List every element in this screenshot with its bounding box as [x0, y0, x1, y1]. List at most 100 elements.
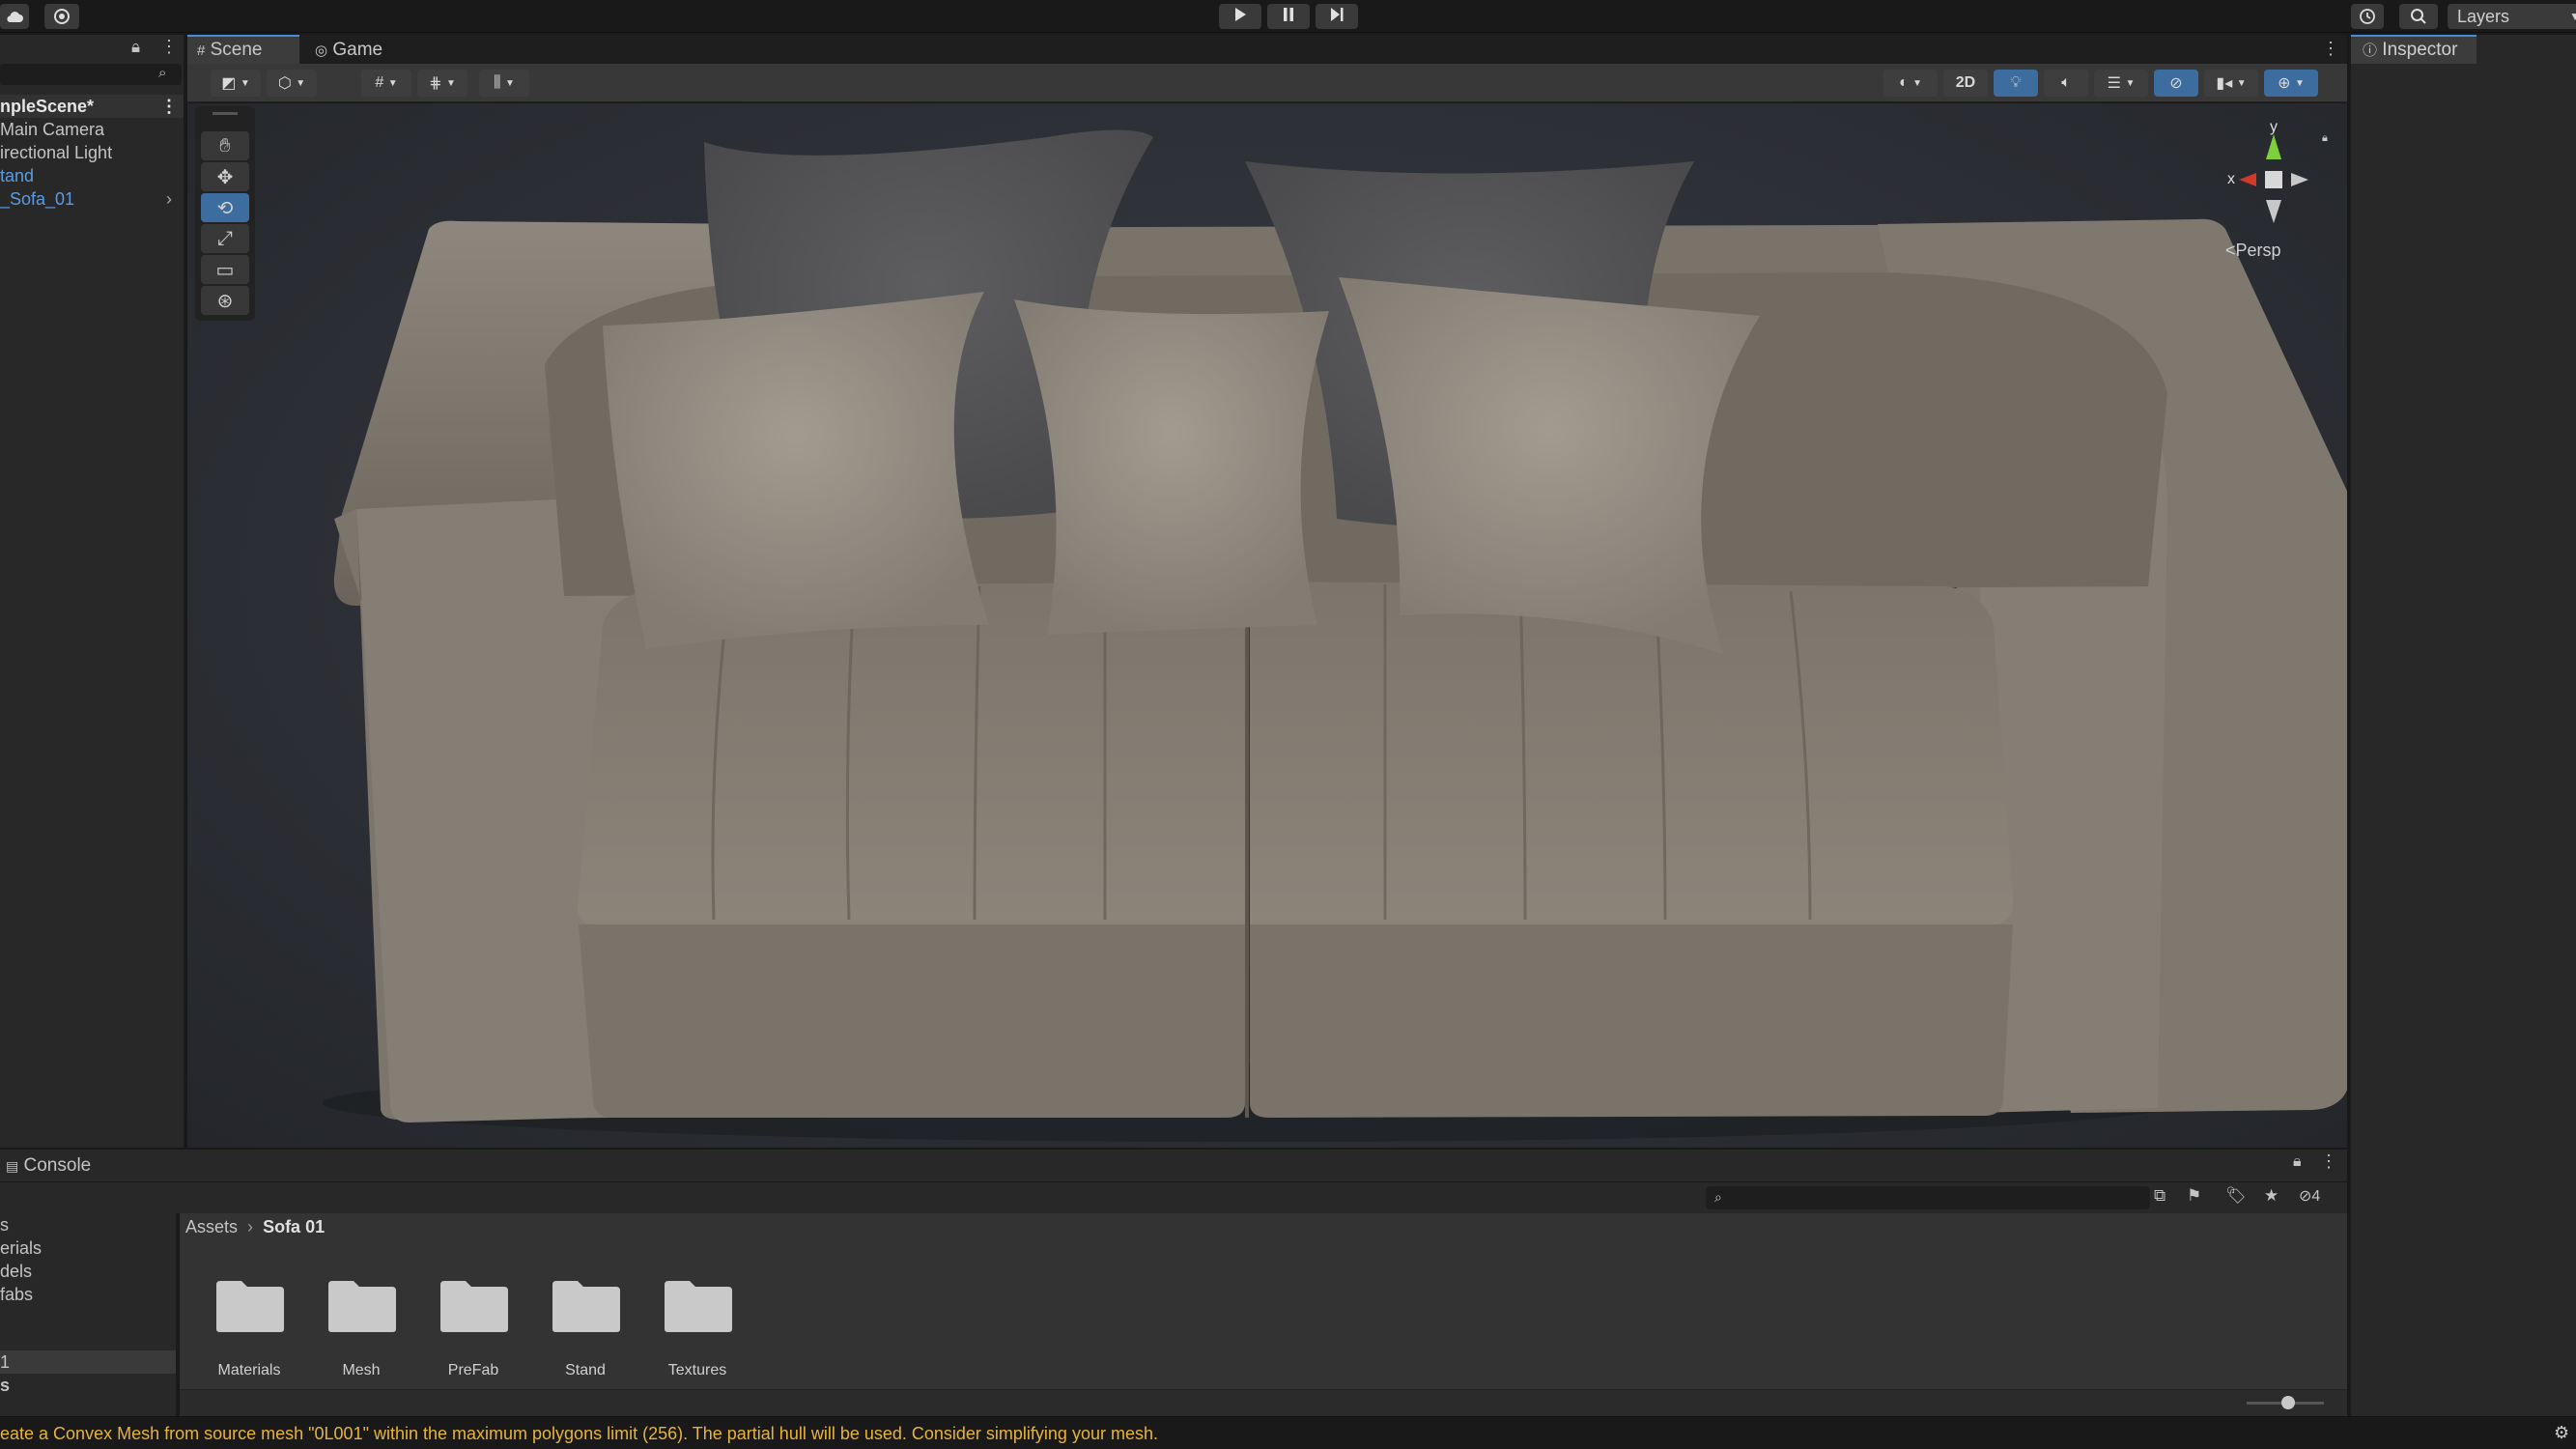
lock-icon[interactable]: 🔒︎: [131, 38, 140, 57]
transform-tool[interactable]: ⊛: [201, 286, 249, 315]
status-bar: eate a Convex Mesh from source mesh "0L0…: [0, 1416, 2576, 1449]
effects-dropdown[interactable]: ☰ ▼: [2094, 70, 2148, 97]
gizmo-icon: ⊕: [2278, 75, 2291, 92]
folder-tree-item[interactable]: s: [0, 1374, 184, 1397]
favorite-icon[interactable]: ★: [2264, 1186, 2279, 1206]
hidden-objects-toggle[interactable]: ⊘: [2154, 70, 2198, 97]
folder-label: Stand: [565, 1362, 606, 1378]
shading-mode-dropdown[interactable]: ◐ ▼: [1883, 70, 1938, 97]
persp-label: Persp: [2235, 241, 2281, 260]
snap-icon: ⋕: [429, 75, 442, 92]
audio-toggle[interactable]: 🔈︎: [2044, 70, 2088, 97]
chevron-right-icon[interactable]: ›: [166, 187, 172, 211]
projection-toggle[interactable]: <Persp: [2225, 241, 2281, 261]
hand-tool[interactable]: ✋︎: [201, 131, 249, 160]
lock-icon[interactable]: 🔒︎: [2322, 132, 2328, 145]
more-icon[interactable]: ⋮: [2322, 39, 2339, 59]
scene-camera-dropdown[interactable]: ⬡ ▼: [267, 70, 317, 97]
project-search-input[interactable]: ⌕: [1706, 1186, 2150, 1209]
folder-stand[interactable]: Stand: [537, 1271, 634, 1387]
gizmos-dropdown[interactable]: ⊕ ▼: [2264, 70, 2318, 97]
move-tool[interactable]: ✥: [201, 162, 249, 191]
hierarchy-search-input[interactable]: ⌕: [0, 64, 182, 85]
breadcrumb-item[interactable]: Sofa 01: [263, 1217, 325, 1236]
hierarchy-panel: 🔒︎ ⋮ ⌕ npleScene* ⋮ Main Camera irection…: [0, 35, 185, 1148]
folder-tree-item[interactable]: erials: [0, 1236, 184, 1260]
grid-snap-dropdown[interactable]: # ▼: [361, 70, 411, 97]
hierarchy-scene-row[interactable]: npleScene* ⋮: [0, 95, 184, 118]
hierarchy-item-label: irectional Light: [0, 143, 113, 162]
tab-scene[interactable]: # Scene: [187, 35, 299, 64]
hierarchy-item-label: tand: [0, 166, 35, 185]
hierarchy-item-sofa[interactable]: _Sofa_01 ›: [0, 187, 184, 211]
pause-icon: [1282, 7, 1295, 27]
rect-tool[interactable]: ▭: [201, 255, 249, 284]
cloud-icon[interactable]: [0, 4, 29, 29]
collab-icon[interactable]: [44, 4, 79, 29]
lighting-toggle[interactable]: 💡︎: [1994, 70, 2038, 97]
align-dropdown[interactable]: ⫼ ▼: [479, 70, 529, 97]
eye-off-icon: ⊘: [2169, 75, 2183, 92]
tab-game[interactable]: ◎ Game: [305, 35, 402, 64]
step-button[interactable]: [1316, 4, 1358, 29]
icon-size-slider-thumb[interactable]: [2281, 1396, 2295, 1409]
breadcrumb-item[interactable]: Assets: [185, 1217, 238, 1236]
hierarchy-item-directional-light[interactable]: irectional Light: [0, 141, 184, 164]
filter-type-icon[interactable]: ⚑: [2187, 1186, 2201, 1206]
folder-tree-item[interactable]: dels: [0, 1260, 184, 1283]
camera-settings-dropdown[interactable]: ▮◂ ▼: [2204, 70, 2258, 97]
status-message[interactable]: eate a Convex Mesh from source mesh "0L0…: [0, 1424, 1158, 1444]
main-toolbar: Layers ▼: [0, 0, 2576, 33]
layers-dropdown[interactable]: Layers ▼: [2448, 4, 2576, 29]
increment-snap-dropdown[interactable]: ⋕ ▼: [417, 70, 467, 97]
move-icon: ✥: [216, 166, 234, 188]
scene-viewport[interactable]: y x 🔒︎ <Persp: [187, 103, 2347, 1148]
folder-tree-item[interactable]: s: [0, 1213, 184, 1236]
search-mode-icon[interactable]: ⧉: [2154, 1186, 2166, 1206]
folder-tree-label: s: [0, 1376, 11, 1395]
folder-tree-item-selected[interactable]: 1: [0, 1350, 176, 1374]
debug-icon[interactable]: ⚙: [2554, 1423, 2569, 1443]
folder-mesh[interactable]: Mesh: [313, 1271, 410, 1387]
layers-label: Layers: [2457, 6, 2510, 26]
breadcrumb: Assets › Sofa 01: [185, 1217, 325, 1237]
drag-handle[interactable]: [212, 112, 238, 115]
folder-tree-item[interactable]: fabs: [0, 1283, 184, 1306]
lock-icon[interactable]: 🔒︎: [2293, 1153, 2302, 1171]
hierarchy-item-label: npleScene*: [0, 97, 95, 116]
history-icon[interactable]: [2351, 4, 2384, 29]
hidden-packages-toggle[interactable]: ⊘4: [2299, 1186, 2320, 1206]
chevron-down-icon: ▼: [445, 77, 456, 89]
chevron-down-icon: ▼: [296, 77, 306, 89]
chevron-down-icon: ▼: [2569, 10, 2576, 23]
play-icon: [1233, 7, 1247, 27]
toggle-2d-button[interactable]: 2D: [1943, 70, 1988, 97]
console-tab-bar: ▤ Console 🔒︎ ⋮: [0, 1150, 2347, 1182]
console-icon: ▤: [6, 1158, 19, 1174]
tab-inspector[interactable]: ⓘ Inspector: [2351, 35, 2477, 64]
rotate-tool[interactable]: ⟲: [201, 193, 249, 222]
lightbulb-icon: 💡︎: [2010, 74, 2022, 91]
folder-prefab[interactable]: PreFab: [425, 1271, 522, 1387]
pause-button[interactable]: [1267, 4, 1310, 29]
more-icon[interactable]: ⋮: [160, 95, 178, 118]
search-icon: ⌕: [1714, 1189, 1722, 1205]
align-icon: ⫼: [494, 74, 501, 91]
more-icon[interactable]: ⋮: [160, 37, 178, 57]
tab-label: Console: [23, 1155, 92, 1176]
play-button[interactable]: [1219, 4, 1261, 29]
hierarchy-item-main-camera[interactable]: Main Camera: [0, 118, 184, 141]
tab-console[interactable]: ▤ Console: [0, 1153, 91, 1179]
folder-textures[interactable]: Textures: [649, 1271, 746, 1387]
draw-mode-dropdown[interactable]: ◩ ▼: [211, 70, 261, 97]
folder-icon: [216, 1281, 284, 1332]
label-icon[interactable]: 🏷︎: [2225, 1186, 2247, 1206]
scale-tool[interactable]: ⤢: [201, 224, 249, 253]
hierarchy-item-stand[interactable]: tand: [0, 164, 184, 187]
more-icon[interactable]: ⋮: [2320, 1151, 2337, 1172]
sofa-model: [323, 129, 2347, 1142]
search-icon[interactable]: [2399, 4, 2438, 29]
chevron-right-icon: ›: [242, 1217, 259, 1236]
chevron-down-icon: ▼: [2125, 77, 2136, 89]
folder-materials[interactable]: Materials: [201, 1271, 297, 1387]
